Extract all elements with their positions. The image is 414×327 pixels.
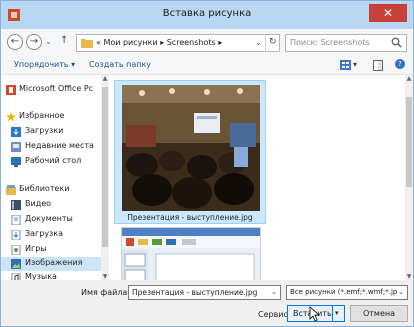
sidebar-item-label: Избранное [19,111,65,120]
sidebar-item-music[interactable]: Музыка [1,271,101,280]
search-input[interactable]: Поиск: Screenshots [290,38,370,47]
sidebar-item-label: Документы [25,214,73,223]
sidebar-item-documents[interactable]: Документы [1,213,101,227]
address-bar[interactable]: « Мои рисунки ▸ Screenshots ▸ ⌄ ↻ [76,34,280,52]
address-dropdown-chevron-icon[interactable]: ⌄ [255,38,262,47]
documents-icon [11,215,21,225]
desktop-icon [11,157,21,167]
view-options-icon[interactable] [340,60,351,70]
file-type-filter-value[interactable]: Все рисунки (*.emf;*.wmf;*.jp [290,288,397,296]
sidebar-item-favorites[interactable]: Избранное [1,110,101,124]
sidebar-item-desktop[interactable]: Рабочий стол [1,155,101,169]
sidebar-item-label: Недавние места [25,141,94,150]
insert-split-divider [332,306,333,321]
view-dropdown-icon[interactable]: ▾ [353,60,357,69]
search-box[interactable]: Поиск: Screenshots [285,34,407,52]
insert-picture-dialog: Вставка рисунка ✕ ← → ⌄ ↑ « Мои рисунки … [0,0,414,327]
cancel-button[interactable]: Отмена [350,305,408,322]
sidebar-item-video[interactable]: Видео [1,198,101,212]
file-name-label: Презентация - выступление.jpg [127,213,253,222]
sidebar-item-label: Игры [25,244,47,253]
file-type-filter-select[interactable]: Все рисунки (*.emf;*.wmf;*.jp ⌄ [286,285,408,300]
back-button[interactable]: ← [7,34,23,50]
sidebar-item-recent-places[interactable]: Недавние места [1,140,101,154]
folder-icon [81,39,93,48]
filename-label: Имя файла: [81,288,131,297]
address-separator [265,35,266,51]
presentation-photo-thumbnail [122,85,260,211]
sidebar-item-label: Библиотеки [19,184,70,193]
help-icon[interactable]: ? [395,59,405,69]
music-icon [11,273,21,280]
filename-input[interactable]: Презентация - выступление.jpg ⌄ [128,285,281,300]
dialog-footer: Имя файла: Презентация - выступление.jpg… [1,280,413,326]
filename-dropdown-chevron-icon[interactable]: ⌄ [271,288,277,296]
office-icon [6,85,16,95]
star-icon [6,112,16,122]
video-icon [11,200,21,210]
sidebar-item-label: Загрузка [25,229,64,238]
sidebar-item-games[interactable]: Игры [1,243,101,257]
organize-button[interactable]: Упорядочить ▾ [14,60,75,69]
scroll-up-icon[interactable]: ▲ [405,75,413,82]
search-icon[interactable] [391,37,402,48]
scroll-down-icon[interactable]: ▼ [405,273,413,280]
command-toolbar: Упорядочить ▾ Создать папку ▾ ? [1,57,413,75]
sidebar-item-downloads[interactable]: Загрузки [1,125,101,139]
insert-options-dropdown-icon[interactable]: ▾ [335,309,339,317]
sidebar-item-pictures[interactable]: Изображения [1,257,101,271]
games-icon [11,245,21,255]
scroll-up-icon[interactable]: ▲ [101,75,109,82]
sidebar-scrollbar[interactable]: ▲ ▼ [101,75,109,280]
title-bar: Вставка рисунка ✕ [1,1,413,29]
up-arrow-icon[interactable]: ↑ [60,35,68,46]
sidebar-item-label: Музыка [25,272,57,280]
sidebar-item-download[interactable]: Загрузка [1,228,101,242]
sidebar-item-label: Видео [25,199,52,208]
close-button[interactable]: ✕ [369,4,407,22]
recent-places-icon [11,142,21,152]
powerpoint-screenshot-thumbnail [122,228,260,280]
sidebar-item-libraries[interactable]: Библиотеки [1,183,101,197]
filter-dropdown-chevron-icon[interactable]: ⌄ [398,288,404,296]
forward-button[interactable]: → [26,34,42,50]
sidebar-item-label: Загрузки [25,126,64,135]
navigation-bar: ← → ⌄ ↑ « Мои рисунки ▸ Screenshots ▸ ⌄ … [1,29,413,57]
filename-value[interactable]: Презентация - выступление.jpg [132,288,257,297]
sidebar-item-label: Рабочий стол [25,156,82,165]
content-scrollbar[interactable]: ▲ ▼ [405,75,413,280]
refresh-icon[interactable]: ↻ [269,37,277,47]
sidebar-scroll-thumb[interactable] [102,87,108,247]
preview-pane-icon[interactable] [373,60,383,71]
file-item[interactable] [121,227,261,280]
pictures-icon [11,259,21,269]
sidebar-item-label: Microsoft Office Pc [19,84,94,93]
download-library-icon [11,230,21,240]
sidebar-item-label: Изображения [25,258,83,267]
navigation-pane: Microsoft Office Pc Избранное Загрузки Н… [1,75,106,280]
sidebar-item-microsoft-office[interactable]: Microsoft Office Pc [1,83,101,97]
new-folder-button[interactable]: Создать папку [89,60,151,69]
content-scroll-thumb[interactable] [406,97,412,187]
scroll-down-icon[interactable]: ▼ [101,273,109,280]
file-list: Презентация - выступление.jpg [109,75,405,280]
file-item-selected[interactable]: Презентация - выступление.jpg [114,80,266,224]
mouse-cursor-icon [309,306,321,322]
recent-locations-chevron-icon[interactable]: ⌄ [45,37,52,46]
breadcrumb[interactable]: « Мои рисунки ▸ Screenshots ▸ [96,38,222,47]
downloads-icon [11,127,21,137]
libraries-icon [6,185,16,195]
window-title: Вставка рисунка [162,8,252,19]
